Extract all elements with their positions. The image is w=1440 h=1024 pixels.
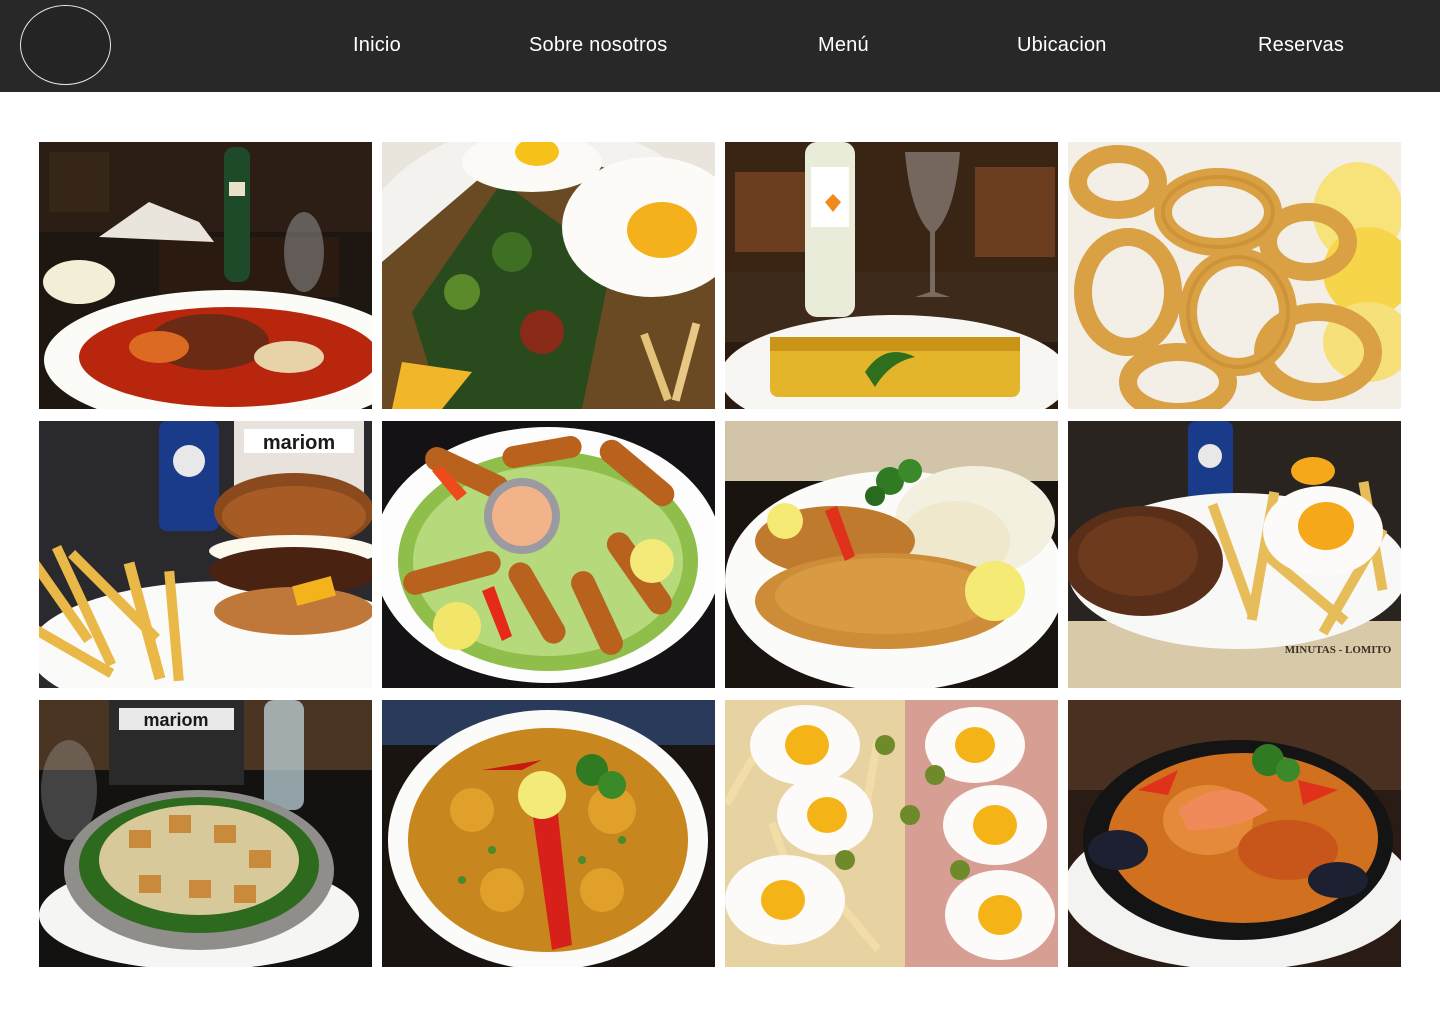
gallery-photo-tortilla[interactable] <box>725 142 1058 409</box>
gallery-photo-burger[interactable]: mariom <box>39 421 372 688</box>
steak-image: MINUTAS - LOMITO <box>1068 421 1401 688</box>
fries-pizza-image <box>725 700 1058 967</box>
tortilla-wine-image <box>725 142 1058 409</box>
fries-eggs-image <box>382 142 715 409</box>
nav-link-reservas[interactable]: Reservas <box>1258 33 1344 57</box>
gallery-photo-steak[interactable]: MINUTAS - LOMITO <box>1068 421 1401 688</box>
placemat-text: MINUTAS - LOMITO <box>1285 644 1392 656</box>
gallery-photo-seafood-paella[interactable] <box>1068 700 1401 967</box>
nav-link-menu[interactable]: Menú <box>818 33 869 57</box>
gallery-photo-fries-eggs[interactable] <box>382 142 715 409</box>
site-header: Inicio Sobre nosotros Menú Ubicacion Res… <box>0 0 1440 92</box>
burger-image: mariom <box>39 421 372 688</box>
fish-fillet-image <box>725 421 1058 688</box>
nav-link-ubicacion[interactable]: Ubicacion <box>1017 33 1107 57</box>
restaurant-logo[interactable] <box>20 5 111 85</box>
pasta-image <box>39 142 372 409</box>
gallery-photo-pasta[interactable] <box>39 142 372 409</box>
gallery-photo-fish-strips[interactable] <box>382 421 715 688</box>
nav-link-inicio[interactable]: Inicio <box>353 33 401 57</box>
nav-link-sobre-nosotros[interactable]: Sobre nosotros <box>529 33 667 57</box>
gallery-photo-fries-pizza[interactable] <box>725 700 1058 967</box>
seafood-paella-image <box>1068 700 1401 967</box>
gallery-photo-salad[interactable]: mariom <box>39 700 372 967</box>
fish-strips-image <box>382 421 715 688</box>
gallery-photo-paella[interactable] <box>382 700 715 967</box>
salad-image: mariom <box>39 700 372 967</box>
gallery-photo-fish-fillet[interactable] <box>725 421 1058 688</box>
gallery-photo-calamari[interactable] <box>1068 142 1401 409</box>
paella-image <box>382 700 715 967</box>
menu-card-brand-text: mariom <box>143 710 208 730</box>
calamari-image <box>1068 142 1401 409</box>
food-gallery: mariom MINUTAS - LOMITO mariom <box>39 142 1401 967</box>
menu-card-brand-text: mariom <box>263 432 335 454</box>
